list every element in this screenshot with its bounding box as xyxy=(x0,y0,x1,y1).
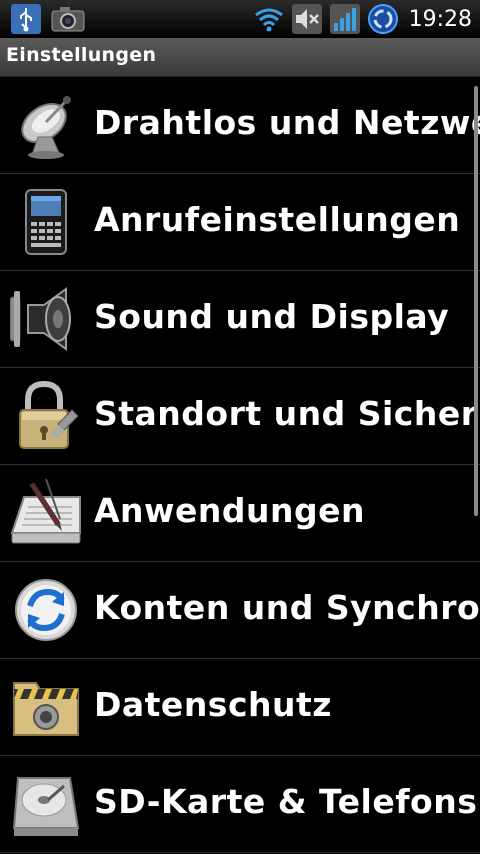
camera-icon xyxy=(50,3,85,35)
settings-item-applications[interactable]: Anwendungen xyxy=(0,465,480,562)
wifi-icon xyxy=(253,3,285,35)
signal-icon xyxy=(329,3,361,35)
settings-item-label: SD-Karte & Telefons xyxy=(94,782,478,821)
settings-item-call-settings[interactable]: Anrufeinstellungen xyxy=(0,174,480,271)
settings-item-label: Konten und Synchro xyxy=(94,588,480,627)
settings-item-privacy[interactable]: Datenschutz xyxy=(0,659,480,756)
hard-drive-icon xyxy=(10,768,82,840)
settings-item-label: Sound und Display xyxy=(94,297,450,336)
scrollbar[interactable] xyxy=(474,86,478,516)
page-title: Einstellungen xyxy=(6,44,157,66)
settings-item-accounts-sync[interactable]: Konten und Synchro xyxy=(0,562,480,659)
pen-document-icon xyxy=(10,477,82,549)
sync-icon xyxy=(367,3,399,35)
settings-item-label: Datenschutz xyxy=(94,685,332,724)
satellite-dish-icon xyxy=(10,89,82,161)
settings-item-label: Drahtlos und Netzwe xyxy=(94,103,480,142)
volume-muted-icon xyxy=(291,3,323,35)
settings-item-sd-card-storage[interactable]: SD-Karte & Telefons xyxy=(0,756,480,853)
settings-item-location-security[interactable]: Standort und Sicherh xyxy=(0,368,480,465)
status-bar: 19:28 xyxy=(0,0,480,38)
phone-icon xyxy=(10,186,82,258)
settings-item-label: Anwendungen xyxy=(94,491,365,530)
settings-item-label: Standort und Sicherh xyxy=(94,394,480,433)
safe-folder-icon xyxy=(10,671,82,743)
speaker-icon xyxy=(9,283,82,355)
settings-item-wireless[interactable]: Drahtlos und Netzwe xyxy=(0,77,480,174)
settings-item-sound-display[interactable]: Sound und Display xyxy=(0,271,480,368)
usb-icon xyxy=(10,3,42,35)
sync-arrows-icon xyxy=(10,574,82,646)
clock: 19:28 xyxy=(408,6,472,32)
settings-item-label: Anrufeinstellungen xyxy=(94,200,461,239)
padlock-icon xyxy=(10,380,82,452)
title-bar: Einstellungen xyxy=(0,38,480,77)
settings-list: Drahtlos und Netzwe Anrufeinstellungen S… xyxy=(0,77,480,854)
